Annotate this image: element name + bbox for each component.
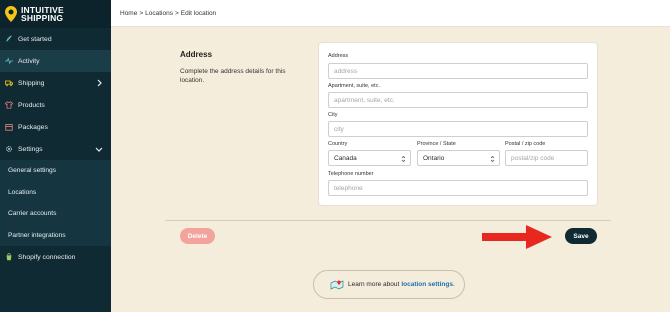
- sidebar-item-settings[interactable]: Settings: [0, 138, 111, 160]
- postal-label: Postal / zip code: [505, 141, 546, 147]
- sidebar-item-label: Shopify connection: [18, 253, 76, 261]
- apartment-label: Apartment, suite, etc.: [328, 83, 380, 89]
- section-divider: [165, 220, 611, 221]
- sidebar-item-label: Packages: [18, 123, 48, 131]
- red-arrow-icon: [482, 225, 552, 249]
- gear-icon: [5, 145, 13, 153]
- learn-more-link[interactable]: Learn more about location settings .: [313, 270, 465, 299]
- package-icon: [5, 123, 13, 131]
- select-arrows-icon: [490, 155, 495, 163]
- sidebar-item-label: Get started: [18, 35, 52, 43]
- sidebar-subitem-general-settings[interactable]: General settings: [0, 160, 111, 182]
- sidebar-item-get-started[interactable]: Get started: [0, 28, 111, 50]
- city-label: City: [328, 112, 338, 118]
- address-form-card: Address address Apartment, suite, etc. a…: [318, 42, 598, 206]
- sidebar-item-packages[interactable]: Packages: [0, 116, 111, 138]
- location-settings-link[interactable]: location settings: [401, 281, 453, 288]
- truck-icon: [5, 79, 13, 87]
- sidebar-item-label: Shipping: [18, 79, 45, 87]
- chevron-right-icon: [97, 79, 102, 87]
- sidebar-item-label: Products: [18, 101, 45, 109]
- sidebar-subitem-locations[interactable]: Locations: [0, 181, 111, 203]
- sidebar-item-label: Activity: [18, 57, 40, 65]
- phone-label: Telephone number: [328, 171, 374, 177]
- save-button[interactable]: Save: [565, 228, 597, 244]
- brand-line-2: SHIPPING: [21, 13, 64, 23]
- learn-more-prefix: Learn more about: [348, 281, 400, 288]
- activity-icon: [5, 57, 13, 65]
- address-label: Address: [328, 53, 349, 59]
- shirt-icon: [5, 101, 13, 109]
- province-label: Province / State: [417, 141, 456, 147]
- country-select[interactable]: Canada: [328, 150, 411, 166]
- address-input[interactable]: address: [328, 63, 588, 79]
- sidebar-item-shopify[interactable]: Shopify connection: [0, 246, 111, 268]
- apartment-input[interactable]: apartment, suite, etc.: [328, 92, 588, 108]
- delete-button[interactable]: Delete: [180, 228, 215, 244]
- breadcrumb-current: Edit location: [180, 9, 217, 17]
- sidebar-nav: Get started Activity Shipping Products P…: [0, 28, 111, 268]
- rocket-icon: [5, 35, 13, 43]
- sidebar-subitem-carrier-accounts[interactable]: Carrier accounts: [0, 203, 111, 225]
- section-title: Address: [180, 50, 213, 59]
- sidebar-subitem-partner-integrations[interactable]: Partner integrations: [0, 224, 111, 246]
- sidebar-item-shipping[interactable]: Shipping: [0, 72, 111, 94]
- postal-input[interactable]: postal/zip code: [505, 150, 588, 166]
- breadcrumb-separator: >: [139, 9, 144, 17]
- sidebar-item-activity[interactable]: Activity: [0, 50, 111, 72]
- location-pin-icon: [5, 6, 17, 22]
- breadcrumb-separator: >: [174, 9, 179, 17]
- breadcrumb: Home > Locations > Edit location: [111, 0, 670, 27]
- shopify-icon: [5, 253, 13, 261]
- brand-logo[interactable]: INTUITIVE SHIPPING: [0, 0, 111, 28]
- phone-input[interactable]: telephone: [328, 180, 588, 196]
- breadcrumb-locations[interactable]: Locations: [145, 10, 173, 17]
- country-label: Country: [328, 141, 348, 147]
- sidebar: INTUITIVE SHIPPING Get started Activity …: [0, 0, 111, 312]
- breadcrumb-home[interactable]: Home: [120, 10, 137, 17]
- sidebar-item-label: Settings: [18, 145, 43, 153]
- sidebar-item-products[interactable]: Products: [0, 94, 111, 116]
- country-value: Canada: [334, 154, 357, 162]
- select-arrows-icon: [401, 155, 406, 163]
- province-value: Ontario: [423, 154, 445, 162]
- map-route-icon: [330, 279, 344, 290]
- province-select[interactable]: Ontario: [417, 150, 500, 166]
- city-input[interactable]: city: [328, 121, 588, 137]
- chevron-down-icon: [95, 147, 103, 152]
- section-description: Complete the address details for this lo…: [180, 68, 286, 84]
- learn-more-suffix: .: [452, 281, 455, 288]
